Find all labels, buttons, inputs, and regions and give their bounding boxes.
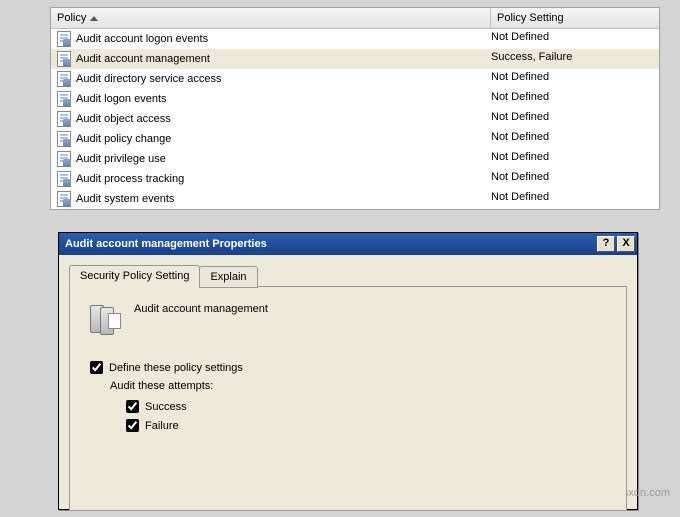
policy-row-setting: Not Defined (491, 111, 653, 127)
policy-row-name: Audit account logon events (76, 33, 208, 45)
policy-item-icon (57, 111, 71, 127)
help-button[interactable]: ? (597, 236, 615, 252)
policy-row[interactable]: Audit system events Not Defined (51, 189, 659, 209)
policy-row-name-cell: Audit account management (57, 51, 491, 67)
sort-ascending-icon (90, 16, 98, 21)
policy-item-icon (57, 51, 71, 67)
policy-row-setting: Not Defined (491, 191, 653, 207)
failure-label: Failure (145, 420, 179, 432)
tab-security-policy-setting[interactable]: Security Policy Setting (69, 265, 200, 287)
policy-item-icon (57, 91, 71, 107)
dialog-title: Audit account management Properties (65, 238, 597, 250)
policy-row[interactable]: Audit object access Not Defined (51, 109, 659, 129)
success-row[interactable]: Success (126, 400, 606, 413)
policy-row[interactable]: Audit account logon events Not Defined (51, 29, 659, 49)
policy-item-icon (57, 31, 71, 47)
policy-row-name-cell: Audit account logon events (57, 31, 491, 47)
policy-row-name-cell: Audit object access (57, 111, 491, 127)
policy-row-name-cell: Audit policy change (57, 131, 491, 147)
policy-row[interactable]: Audit privilege use Not Defined (51, 149, 659, 169)
policy-item-icon (57, 171, 71, 187)
success-checkbox[interactable] (126, 400, 139, 413)
success-label: Success (145, 401, 187, 413)
server-policy-icon (90, 303, 120, 335)
policy-row-name-cell: Audit system events (57, 191, 491, 207)
policy-row[interactable]: Audit logon events Not Defined (51, 89, 659, 109)
audit-attempts-label: Audit these attempts: (110, 380, 606, 392)
policy-row-name: Audit directory service access (76, 73, 222, 85)
column-header-policy-label: Policy (57, 12, 86, 24)
define-policy-checkbox[interactable] (90, 361, 103, 374)
column-header-setting[interactable]: Policy Setting (491, 8, 659, 28)
policy-row-setting: Not Defined (491, 151, 653, 167)
dialog-titlebar[interactable]: Audit account management Properties ? X (59, 233, 637, 255)
policy-row-setting: Not Defined (491, 31, 653, 47)
policy-row[interactable]: Audit policy change Not Defined (51, 129, 659, 149)
policy-row[interactable]: Audit process tracking Not Defined (51, 169, 659, 189)
policy-row-setting: Success, Failure (491, 51, 653, 67)
policy-row-name: Audit process tracking (76, 173, 184, 185)
policy-heading: Audit account management (90, 303, 606, 335)
tab-strip: Security Policy Setting Explain (69, 265, 627, 287)
policy-row-name: Audit object access (76, 113, 171, 125)
policy-row-name-cell: Audit process tracking (57, 171, 491, 187)
policy-list-panel: Policy Policy Setting Audit account logo… (50, 7, 660, 210)
policy-item-icon (57, 191, 71, 207)
policy-row-setting: Not Defined (491, 71, 653, 87)
policy-rows: Audit account logon eventsNot DefinedAud… (51, 29, 659, 209)
tab-explain[interactable]: Explain (199, 266, 257, 288)
policy-row-setting: Not Defined (491, 131, 653, 147)
policy-row-name-cell: Audit directory service access (57, 71, 491, 87)
policy-row-setting: Not Defined (491, 171, 653, 187)
policy-list-header: Policy Policy Setting (51, 8, 659, 29)
define-policy-row[interactable]: Define these policy settings (90, 361, 606, 374)
policy-row-name-cell: Audit logon events (57, 91, 491, 107)
policy-row-name-cell: Audit privilege use (57, 151, 491, 167)
close-button[interactable]: X (617, 236, 635, 252)
policy-row[interactable]: Audit account management Success, Failure (51, 49, 659, 69)
policy-row-name: Audit logon events (76, 93, 167, 105)
failure-row[interactable]: Failure (126, 419, 606, 432)
failure-checkbox[interactable] (126, 419, 139, 432)
properties-dialog: Audit account management Properties ? X … (58, 232, 638, 510)
policy-row-name: Audit account management (76, 53, 210, 65)
policy-row-name: Audit system events (76, 193, 174, 205)
column-header-policy[interactable]: Policy (51, 8, 491, 28)
policy-item-icon (57, 151, 71, 167)
policy-item-icon (57, 131, 71, 147)
policy-row-name: Audit privilege use (76, 153, 166, 165)
column-header-setting-label: Policy Setting (497, 12, 564, 24)
tab-body: Audit account management Define these po… (69, 286, 627, 511)
define-policy-label: Define these policy settings (109, 362, 243, 374)
policy-row[interactable]: Audit directory service access Not Define… (51, 69, 659, 89)
policy-row-name: Audit policy change (76, 133, 171, 145)
policy-row-setting: Not Defined (491, 91, 653, 107)
policy-name-label: Audit account management (134, 303, 268, 315)
policy-item-icon (57, 71, 71, 87)
